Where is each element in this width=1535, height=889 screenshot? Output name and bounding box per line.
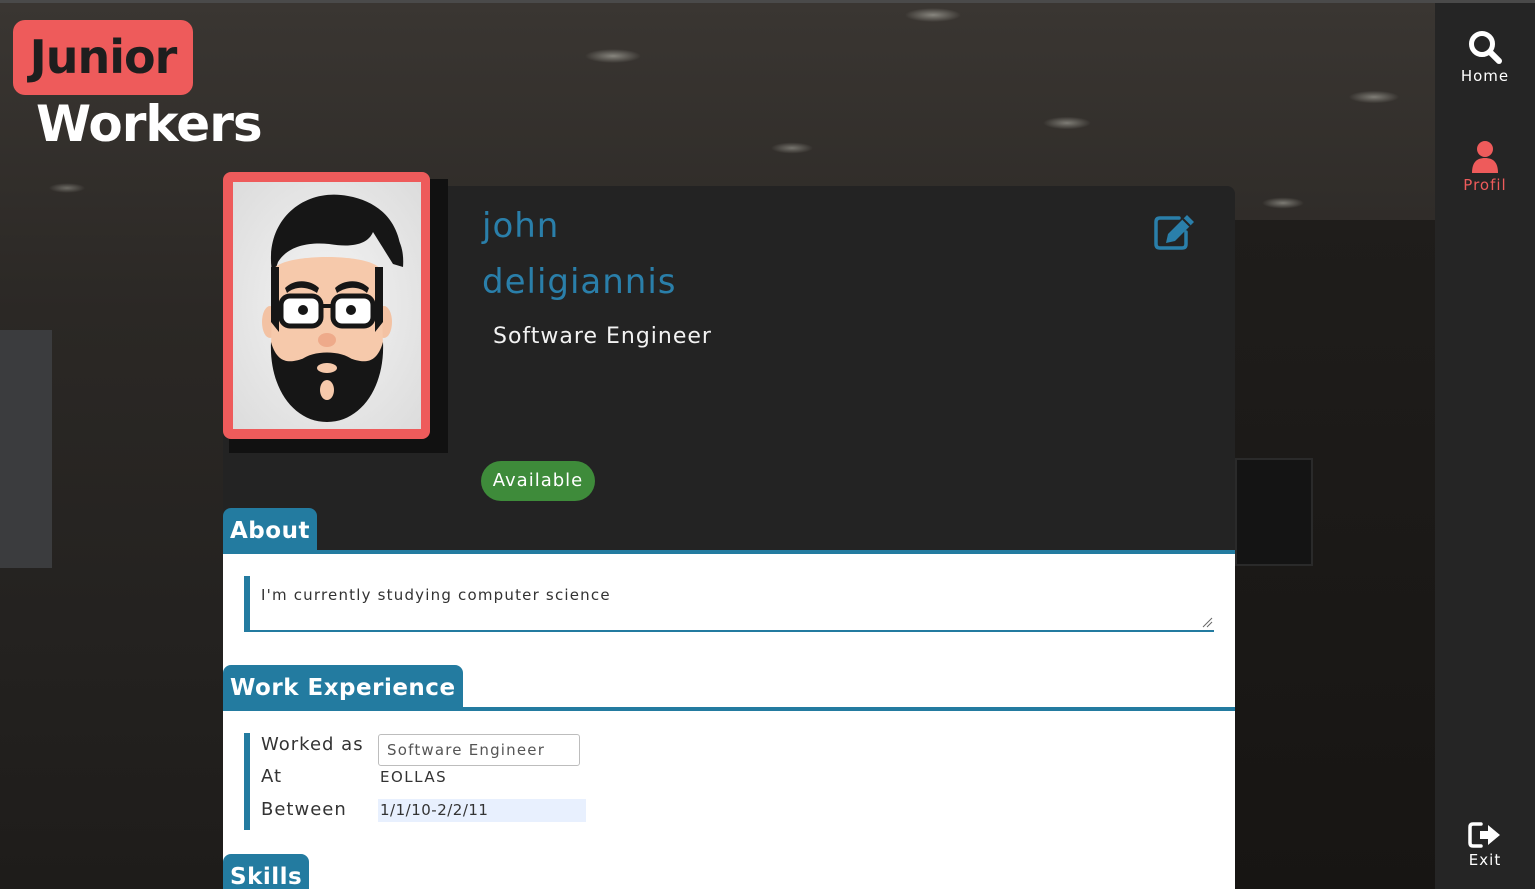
profile-first-name: john [482,206,560,246]
logo-junior: Junior [13,20,193,95]
profile-last-name: deligiannis [482,262,677,302]
user-icon [1472,141,1498,173]
section-title-work-experience: Work Experience [223,665,463,709]
background-screen [1235,458,1313,566]
nav-profile[interactable]: Profil [1435,140,1535,194]
company-value: EOLLAS [380,768,448,786]
nav-profile-label: Profil [1463,176,1507,194]
between-label: Between [261,799,347,820]
edit-icon [1154,215,1194,250]
sidebar: Home Profil Exit [1435,3,1535,889]
avatar[interactable] [233,182,421,429]
profile-job-title: Software Engineer [493,324,712,349]
section-title-skills: Skills [223,854,310,889]
nav-home[interactable]: Home [1435,29,1535,85]
worked-as-input[interactable]: Software Engineer [378,734,580,766]
worked-as-label: Worked as [261,734,364,755]
nav-exit[interactable]: Exit [1435,821,1535,869]
logo-workers: Workers [36,95,263,153]
resize-grip-icon[interactable] [1201,616,1213,628]
section-title-about: About [223,508,317,552]
nav-home-label: Home [1460,67,1510,85]
at-label: At [261,766,283,787]
section-divider-about [223,550,1235,554]
nav-exit-label: Exit [1468,851,1502,869]
top-border [0,0,1535,3]
background-wall-panel [0,330,52,568]
sign-out-icon [1468,822,1500,848]
avatar-illustration [262,194,404,422]
section-divider-work [223,707,1235,711]
work-entry-accent [244,733,250,830]
search-icon [1469,31,1502,64]
about-textarea[interactable]: I'm currently studying computer science [261,586,1201,626]
edit-profile-button[interactable] [1153,212,1197,252]
status-badge: Available [481,461,595,501]
date-range-field[interactable]: 1/1/10-2/2/11 [378,799,586,822]
